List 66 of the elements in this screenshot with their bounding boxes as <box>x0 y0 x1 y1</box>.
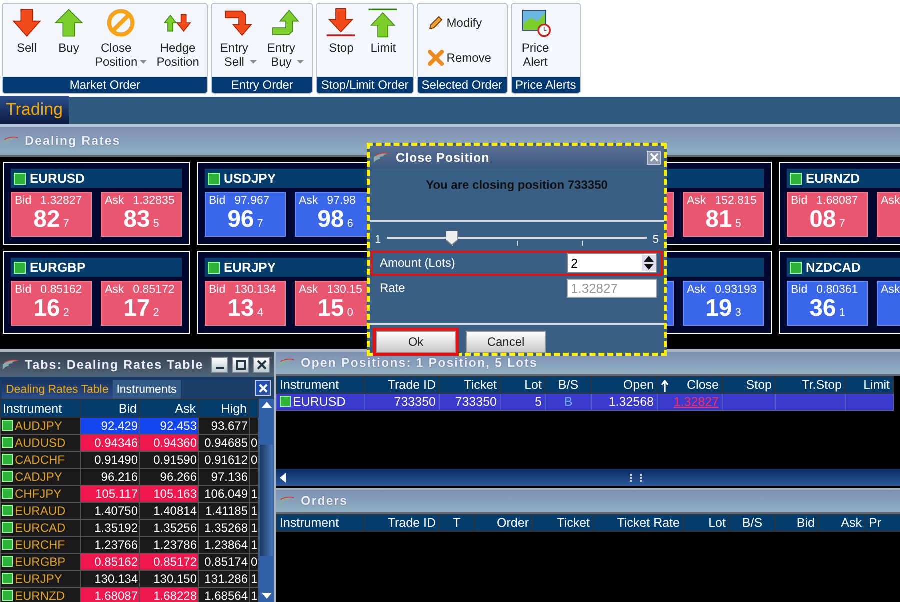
group-label: Price Alerts <box>512 77 580 93</box>
table-cell: 106.049 <box>198 486 250 502</box>
table-cell: 733350 <box>394 395 436 409</box>
bid-cell: 0.85162 <box>80 554 140 570</box>
bid-cell: 1.23766 <box>80 536 140 554</box>
table-cell: 1 <box>251 589 258 602</box>
bid-cell: 0.91490 <box>80 452 140 468</box>
slider-max-label: 5 <box>652 234 659 246</box>
ask-cell: 92.453 <box>140 418 198 434</box>
ask-cell: 0.85172 <box>140 554 198 570</box>
ask-cell: 105.163 <box>140 486 198 502</box>
table-cell: 97.136 <box>198 468 250 486</box>
table-cell: 131.286 <box>198 570 250 588</box>
table-cell: 1 <box>251 538 258 552</box>
table-cell: 1.32568 <box>608 395 654 409</box>
table-cell: EURUSD <box>293 395 346 409</box>
bid-cell: 1.40750 <box>80 502 140 520</box>
instrument-name: EURNZD <box>806 171 860 186</box>
table-cell: 5 <box>535 395 542 409</box>
ask-cell: 1.35256 <box>140 520 198 536</box>
table-cell: 1.68564 <box>198 588 250 602</box>
table-cell: 0.85174 <box>198 554 250 570</box>
instrument-name: USDJPY <box>224 171 276 186</box>
panel-title: Tabs: Dealing Rates Table <box>25 358 204 372</box>
ask-cell: 1.68228 <box>140 588 198 602</box>
table-cell: 1.41185 <box>198 502 250 520</box>
ask-cell: 0.91590 <box>140 452 198 468</box>
bid-cell: 0.94346 <box>80 434 140 452</box>
instrument-name: EURUSD <box>30 171 85 186</box>
table-cell: 0 <box>251 436 258 450</box>
instrument-name: EURJPY <box>224 260 276 275</box>
instrument-name: NZDCAD <box>806 260 861 275</box>
table-cell: 0 <box>251 555 258 569</box>
group-label: Entry Order <box>212 77 312 93</box>
dialog-title: Close Position <box>396 150 490 165</box>
group-label: Market Order <box>3 77 208 93</box>
group-label: Selected Order <box>418 77 507 93</box>
table-cell: 1 <box>251 504 258 518</box>
ask-cell: 1.23786 <box>140 536 198 554</box>
table-cell: 0.94685 <box>198 434 250 452</box>
table-cell: B <box>564 395 573 409</box>
ask-cell: 1.40814 <box>140 502 198 520</box>
table-cell: 1.23864 <box>198 536 250 554</box>
slider-min-label: 1 <box>375 234 382 246</box>
bid-cell: 130.134 <box>80 570 140 588</box>
ask-cell: 96.266 <box>140 468 198 486</box>
ask-cell: 0.94360 <box>140 434 198 452</box>
table-cell: 1.35268 <box>198 520 250 536</box>
bid-cell: 92.429 <box>80 418 140 434</box>
table-cell: 0.91612 <box>198 452 250 468</box>
group-label: Stop/Limit Order <box>317 77 413 93</box>
bid-cell: 1.68087 <box>80 588 140 602</box>
bid-cell: 1.35192 <box>80 520 140 536</box>
table-cell: 1 <box>251 521 258 535</box>
panel-title: Orders <box>301 494 348 508</box>
bid-cell: 105.117 <box>80 486 140 502</box>
panel-title: Open Positions: 1 Position, 5 Lots <box>301 356 538 370</box>
panel-title: Dealing Rates <box>25 134 121 148</box>
instrument-name: EURGBP <box>30 260 86 275</box>
ask-cell: 130.150 <box>140 570 198 588</box>
table-cell: 1 <box>251 487 258 501</box>
table-cell: 93.677 <box>198 418 250 434</box>
table-cell: 1 <box>251 572 258 586</box>
table-cell: 0 <box>251 453 258 467</box>
bid-cell: 96.216 <box>80 468 140 486</box>
table-cell: 733350 <box>455 395 497 409</box>
